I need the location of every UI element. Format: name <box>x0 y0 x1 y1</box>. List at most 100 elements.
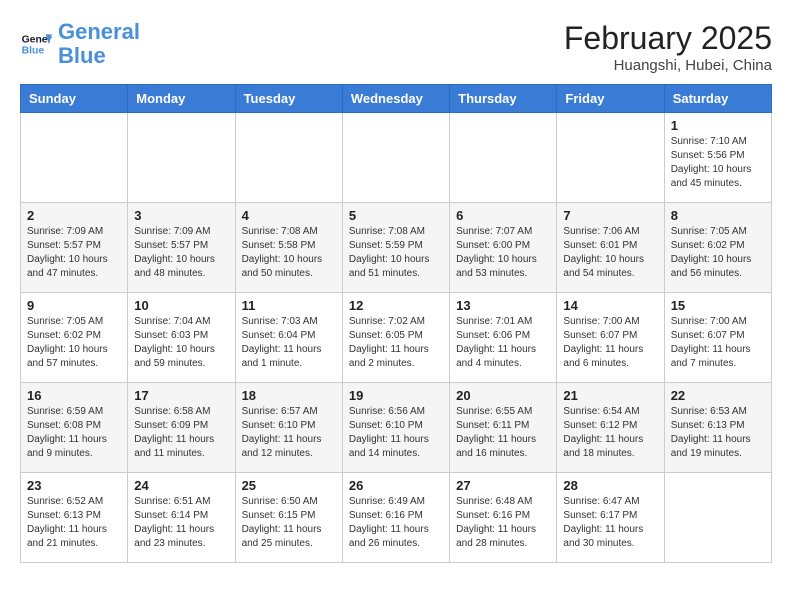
calendar-cell: 20 Sunrise: 6:55 AM Sunset: 6:11 PM Dayli… <box>450 383 557 473</box>
day-info: Sunrise: 7:02 AM Sunset: 6:05 PM Dayligh… <box>349 315 443 371</box>
calendar-cell <box>342 113 449 203</box>
calendar-cell: 8 Sunrise: 7:05 AM Sunset: 6:02 PM Daylig… <box>664 203 771 293</box>
day-info: Sunrise: 7:05 AM Sunset: 6:02 PM Dayligh… <box>27 315 121 371</box>
weekday-header-monday: Monday <box>128 85 235 113</box>
day-info: Sunrise: 6:52 AM Sunset: 6:13 PM Dayligh… <box>27 495 121 551</box>
day-info: Sunrise: 6:47 AM Sunset: 6:17 PM Dayligh… <box>563 495 657 551</box>
calendar-cell: 14 Sunrise: 7:00 AM Sunset: 6:07 PM Dayli… <box>557 293 664 383</box>
calendar-table: SundayMondayTuesdayWednesdayThursdayFrid… <box>20 84 772 563</box>
day-info: Sunrise: 6:54 AM Sunset: 6:12 PM Dayligh… <box>563 405 657 461</box>
day-number: 18 <box>242 388 336 403</box>
logo-icon: General Blue <box>20 28 52 60</box>
calendar-cell: 19 Sunrise: 6:56 AM Sunset: 6:10 PM Dayli… <box>342 383 449 473</box>
day-number: 7 <box>563 208 657 223</box>
day-info: Sunrise: 6:51 AM Sunset: 6:14 PM Dayligh… <box>134 495 228 551</box>
day-number: 9 <box>27 298 121 313</box>
week-row-4: 16 Sunrise: 6:59 AM Sunset: 6:08 PM Dayli… <box>21 383 772 473</box>
calendar-cell <box>450 113 557 203</box>
logo-text: GeneralBlue <box>58 20 140 68</box>
day-number: 11 <box>242 298 336 313</box>
logo: General Blue GeneralBlue <box>20 20 140 68</box>
day-info: Sunrise: 7:09 AM Sunset: 5:57 PM Dayligh… <box>134 225 228 281</box>
day-info: Sunrise: 6:48 AM Sunset: 6:16 PM Dayligh… <box>456 495 550 551</box>
day-info: Sunrise: 6:57 AM Sunset: 6:10 PM Dayligh… <box>242 405 336 461</box>
day-number: 28 <box>563 478 657 493</box>
day-info: Sunrise: 7:01 AM Sunset: 6:06 PM Dayligh… <box>456 315 550 371</box>
day-number: 8 <box>671 208 765 223</box>
day-number: 12 <box>349 298 443 313</box>
calendar-cell: 15 Sunrise: 7:00 AM Sunset: 6:07 PM Dayli… <box>664 293 771 383</box>
day-number: 24 <box>134 478 228 493</box>
day-number: 6 <box>456 208 550 223</box>
calendar-cell: 28 Sunrise: 6:47 AM Sunset: 6:17 PM Dayli… <box>557 473 664 563</box>
day-number: 3 <box>134 208 228 223</box>
day-info: Sunrise: 7:05 AM Sunset: 6:02 PM Dayligh… <box>671 225 765 281</box>
calendar-cell: 9 Sunrise: 7:05 AM Sunset: 6:02 PM Daylig… <box>21 293 128 383</box>
calendar-cell: 12 Sunrise: 7:02 AM Sunset: 6:05 PM Dayli… <box>342 293 449 383</box>
day-info: Sunrise: 6:56 AM Sunset: 6:10 PM Dayligh… <box>349 405 443 461</box>
day-info: Sunrise: 6:55 AM Sunset: 6:11 PM Dayligh… <box>456 405 550 461</box>
day-number: 22 <box>671 388 765 403</box>
calendar-cell: 23 Sunrise: 6:52 AM Sunset: 6:13 PM Dayli… <box>21 473 128 563</box>
day-info: Sunrise: 7:00 AM Sunset: 6:07 PM Dayligh… <box>671 315 765 371</box>
day-number: 16 <box>27 388 121 403</box>
calendar-cell: 16 Sunrise: 6:59 AM Sunset: 6:08 PM Dayli… <box>21 383 128 473</box>
day-info: Sunrise: 7:09 AM Sunset: 5:57 PM Dayligh… <box>27 225 121 281</box>
day-info: Sunrise: 7:08 AM Sunset: 5:59 PM Dayligh… <box>349 225 443 281</box>
day-info: Sunrise: 7:04 AM Sunset: 6:03 PM Dayligh… <box>134 315 228 371</box>
calendar-cell: 13 Sunrise: 7:01 AM Sunset: 6:06 PM Dayli… <box>450 293 557 383</box>
month-title: February 2025 <box>564 20 772 57</box>
day-info: Sunrise: 6:49 AM Sunset: 6:16 PM Dayligh… <box>349 495 443 551</box>
day-number: 10 <box>134 298 228 313</box>
day-number: 13 <box>456 298 550 313</box>
day-info: Sunrise: 7:00 AM Sunset: 6:07 PM Dayligh… <box>563 315 657 371</box>
calendar-cell <box>21 113 128 203</box>
calendar-cell: 27 Sunrise: 6:48 AM Sunset: 6:16 PM Dayli… <box>450 473 557 563</box>
day-info: Sunrise: 6:53 AM Sunset: 6:13 PM Dayligh… <box>671 405 765 461</box>
calendar-cell: 26 Sunrise: 6:49 AM Sunset: 6:16 PM Dayli… <box>342 473 449 563</box>
calendar-cell: 4 Sunrise: 7:08 AM Sunset: 5:58 PM Daylig… <box>235 203 342 293</box>
calendar-cell: 6 Sunrise: 7:07 AM Sunset: 6:00 PM Daylig… <box>450 203 557 293</box>
weekday-header-saturday: Saturday <box>664 85 771 113</box>
week-row-1: 1 Sunrise: 7:10 AM Sunset: 5:56 PM Daylig… <box>21 113 772 203</box>
calendar-cell: 18 Sunrise: 6:57 AM Sunset: 6:10 PM Dayli… <box>235 383 342 473</box>
day-info: Sunrise: 7:10 AM Sunset: 5:56 PM Dayligh… <box>671 135 765 191</box>
calendar-cell <box>557 113 664 203</box>
day-number: 19 <box>349 388 443 403</box>
calendar-cell: 1 Sunrise: 7:10 AM Sunset: 5:56 PM Daylig… <box>664 113 771 203</box>
week-row-3: 9 Sunrise: 7:05 AM Sunset: 6:02 PM Daylig… <box>21 293 772 383</box>
day-number: 20 <box>456 388 550 403</box>
calendar-cell: 2Sunrise: 7:09 AM Sunset: 5:57 PM Daylig… <box>21 203 128 293</box>
day-number: 14 <box>563 298 657 313</box>
weekday-header-sunday: Sunday <box>21 85 128 113</box>
calendar-cell: 3 Sunrise: 7:09 AM Sunset: 5:57 PM Daylig… <box>128 203 235 293</box>
calendar-cell <box>664 473 771 563</box>
calendar-cell: 10 Sunrise: 7:04 AM Sunset: 6:03 PM Dayli… <box>128 293 235 383</box>
page-header: General Blue GeneralBlue February 2025 H… <box>20 20 772 74</box>
day-number: 17 <box>134 388 228 403</box>
weekday-header-tuesday: Tuesday <box>235 85 342 113</box>
day-info: Sunrise: 7:08 AM Sunset: 5:58 PM Dayligh… <box>242 225 336 281</box>
day-number: 4 <box>242 208 336 223</box>
day-info: Sunrise: 6:50 AM Sunset: 6:15 PM Dayligh… <box>242 495 336 551</box>
day-info: Sunrise: 7:06 AM Sunset: 6:01 PM Dayligh… <box>563 225 657 281</box>
calendar-cell: 17 Sunrise: 6:58 AM Sunset: 6:09 PM Dayli… <box>128 383 235 473</box>
day-info: Sunrise: 6:59 AM Sunset: 6:08 PM Dayligh… <box>27 405 121 461</box>
day-number: 23 <box>27 478 121 493</box>
day-info: Sunrise: 7:07 AM Sunset: 6:00 PM Dayligh… <box>456 225 550 281</box>
calendar-cell: 11Sunrise: 7:03 AM Sunset: 6:04 PM Dayli… <box>235 293 342 383</box>
calendar-cell <box>128 113 235 203</box>
calendar-cell: 22 Sunrise: 6:53 AM Sunset: 6:13 PM Dayli… <box>664 383 771 473</box>
calendar-cell: 25 Sunrise: 6:50 AM Sunset: 6:15 PM Dayli… <box>235 473 342 563</box>
day-number: 5 <box>349 208 443 223</box>
weekday-header-wednesday: Wednesday <box>342 85 449 113</box>
day-info: Sunrise: 6:58 AM Sunset: 6:09 PM Dayligh… <box>134 405 228 461</box>
day-number: 27 <box>456 478 550 493</box>
day-number: 1 <box>671 118 765 133</box>
day-number: 26 <box>349 478 443 493</box>
title-block: February 2025 Huangshi, Hubei, China <box>564 20 772 74</box>
day-number: 15 <box>671 298 765 313</box>
day-number: 25 <box>242 478 336 493</box>
location-title: Huangshi, Hubei, China <box>564 57 772 74</box>
calendar-cell: 7 Sunrise: 7:06 AM Sunset: 6:01 PM Daylig… <box>557 203 664 293</box>
